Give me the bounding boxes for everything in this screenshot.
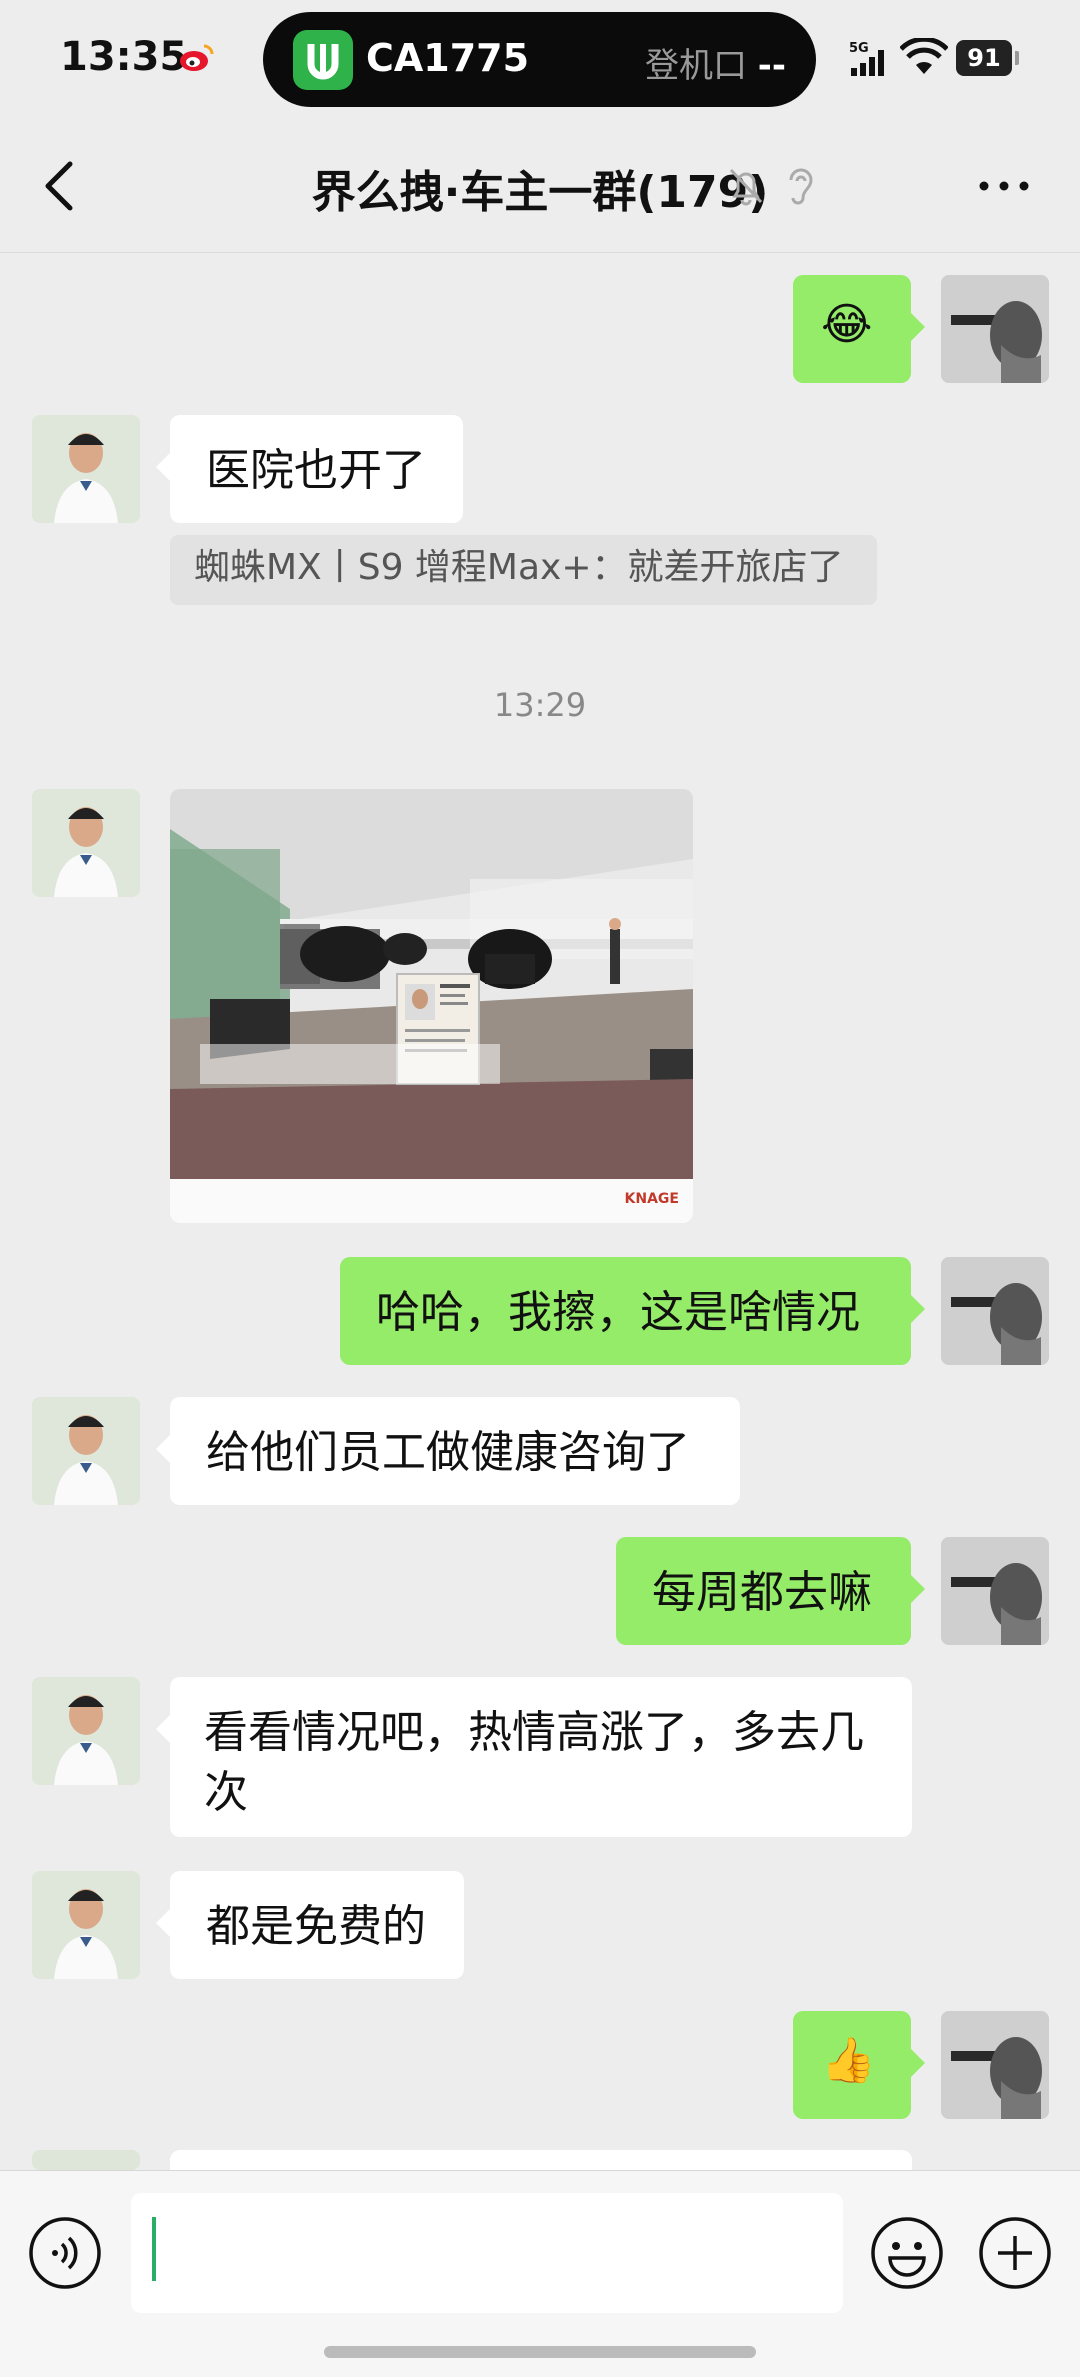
- earpiece-mode-icon: [789, 168, 813, 205]
- gate-info: 登机口 --: [645, 38, 786, 87]
- my-avatar[interactable]: [941, 1537, 1049, 1645]
- message-input[interactable]: [131, 2193, 843, 2313]
- status-bar: 13:35 CA1775 登机口 -- 5G 91: [0, 0, 1080, 120]
- doctor-avatar[interactable]: [32, 415, 140, 523]
- emoji-picker-icon[interactable]: [870, 2216, 944, 2290]
- wifi-icon: [900, 38, 948, 74]
- gate-label: 登机口: [644, 46, 747, 86]
- my-avatar[interactable]: [941, 1257, 1049, 1365]
- emoji-thumbs-up: 👍: [821, 2035, 876, 2086]
- dynamic-island-flight[interactable]: CA1775 登机口 --: [263, 12, 816, 107]
- gate-value: --: [757, 46, 786, 86]
- doctor-avatar[interactable]: [32, 1871, 140, 1979]
- mute-bell-icon: [729, 168, 763, 206]
- quoted-reply[interactable]: 蜘蛛MX丨S9 增程Max+：就差开旅店了: [170, 535, 877, 605]
- message-bubble-outgoing[interactable]: 👍: [793, 2011, 925, 2119]
- text-caret: [152, 2217, 156, 2281]
- weibo-icon: [180, 44, 214, 71]
- doctor-avatar: [32, 2150, 140, 2170]
- flight-app-icon: [293, 30, 353, 90]
- flight-number: CA1775: [366, 36, 530, 80]
- chat-input-bar: [0, 2170, 1080, 2377]
- message-timestamp: 13:29: [493, 686, 587, 724]
- battery-indicator: 91: [956, 40, 1019, 76]
- doctor-avatar[interactable]: [32, 789, 140, 897]
- home-indicator[interactable]: [324, 2346, 756, 2358]
- network-type: 5G: [849, 41, 869, 56]
- message-bubble-incoming[interactable]: 医院也开了: [156, 415, 463, 523]
- message-bubble-incoming[interactable]: 看看情况吧，热情高涨了，多去几次: [156, 1677, 912, 1837]
- message-bubble-incoming[interactable]: 给他们员工做健康咨询了: [156, 1397, 740, 1505]
- message-bubble-incoming-partial: [170, 2150, 912, 2170]
- doctor-avatar[interactable]: [32, 1397, 140, 1505]
- my-avatar[interactable]: [941, 2011, 1049, 2119]
- showroom-photo: [170, 789, 693, 1223]
- message-bubble-outgoing[interactable]: 每周都去嘛: [616, 1537, 925, 1645]
- image-message-showroom[interactable]: KNAGE: [170, 789, 693, 1223]
- emoji-laugh-cry: 😂: [821, 299, 873, 350]
- more-functions-plus-icon[interactable]: [978, 2216, 1052, 2290]
- cellular-signal-icon: 5G: [849, 41, 884, 76]
- chat-header: 界么拽·车主一群(179): [0, 120, 1080, 253]
- more-options-icon[interactable]: [976, 172, 1032, 200]
- message-bubble-incoming[interactable]: 都是免费的: [156, 1871, 464, 1979]
- message-bubble-outgoing[interactable]: 哈哈，我擦，这是啥情况: [340, 1257, 925, 1365]
- my-avatar[interactable]: [941, 275, 1049, 383]
- voice-input-icon[interactable]: [28, 2216, 102, 2290]
- chat-title: 界么拽·车主一群(179): [311, 167, 769, 218]
- image-watermark: KNAGE: [624, 1191, 679, 1207]
- doctor-avatar[interactable]: [32, 1677, 140, 1785]
- message-bubble-outgoing[interactable]: 😂: [793, 275, 925, 383]
- status-time: 13:35: [60, 34, 188, 80]
